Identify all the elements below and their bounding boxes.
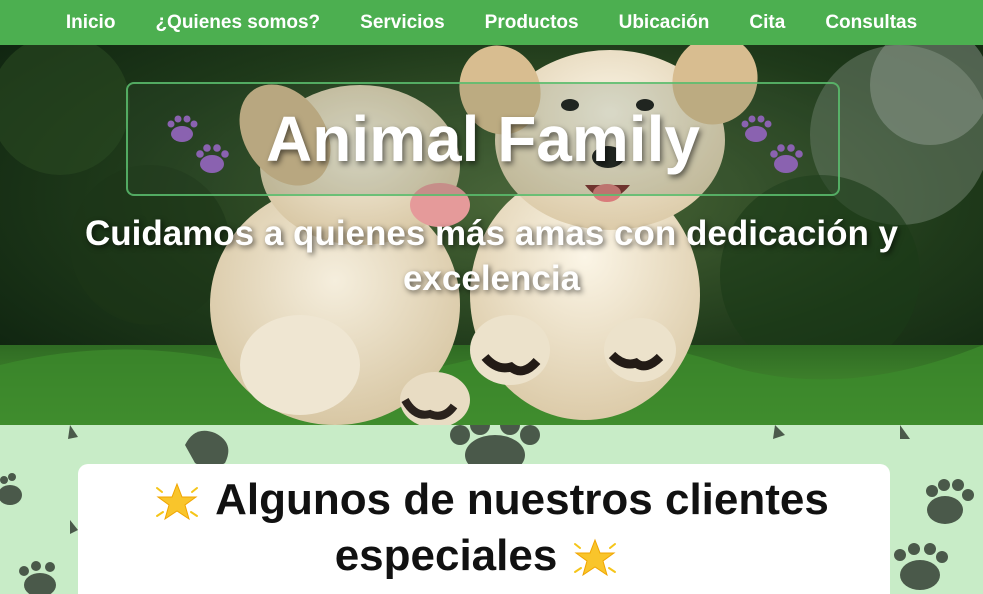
nav-menu: Inicio ¿Quienes somos? Servicios Product… <box>46 12 937 34</box>
hero-title-box: Animal Family <box>126 82 840 196</box>
clients-title-line1: Algunos de nuestros clientes <box>215 475 829 524</box>
hero-subtitle-line2: excelencia <box>402 259 581 298</box>
main-navbar: Inicio ¿Quienes somos? Servicios Product… <box>0 0 983 45</box>
hero-title: Animal Family <box>266 103 700 175</box>
clients-title-line1-wrap: Algunos de nuestros clientes <box>78 472 890 528</box>
nav-link-cita[interactable]: Cita <box>729 12 805 34</box>
nav-link-ubicacion[interactable]: Ubicación <box>599 12 730 34</box>
hero-subtitle: Cuidamos a quienes más amas con dedicaci… <box>20 211 963 301</box>
glowing-star-icon <box>156 482 199 521</box>
nav-link-productos[interactable]: Productos <box>465 12 599 34</box>
nav-link-inicio[interactable]: Inicio <box>46 12 136 34</box>
nav-link-quienes-somos[interactable]: ¿Quienes somos? <box>135 12 340 34</box>
hero-banner: Animal Family Cuidamos a quienes más ama… <box>0 45 983 425</box>
nav-link-servicios[interactable]: Servicios <box>340 12 465 34</box>
clients-title: Algunos de nuestros clientes especiales <box>78 472 890 584</box>
clients-card: Algunos de nuestros clientes especiales <box>78 464 890 594</box>
glowing-star-icon <box>574 538 617 577</box>
clients-title-line2: especiales <box>334 531 558 580</box>
clients-title-line2-wrap: especiales <box>78 528 890 584</box>
hero-subtitle-line1: Cuidamos a quienes más amas con dedicaci… <box>84 214 899 253</box>
nav-link-consultas[interactable]: Consultas <box>805 12 937 34</box>
paw-icon <box>741 115 803 173</box>
clients-section: Algunos de nuestros clientes especiales <box>0 425 983 594</box>
